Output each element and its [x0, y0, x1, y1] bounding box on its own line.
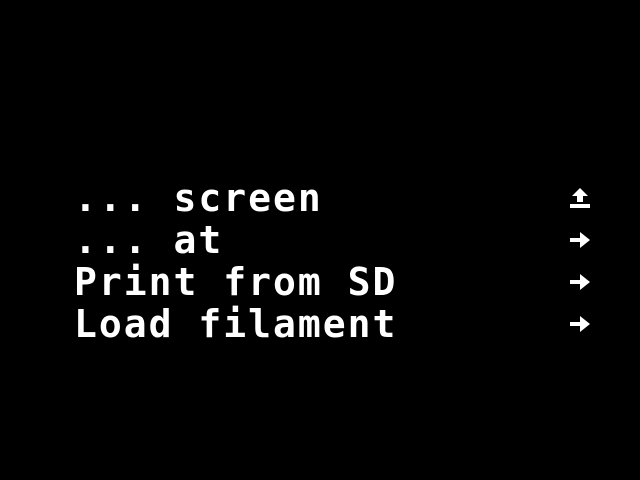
back-arrow-icon — [566, 184, 594, 212]
menu-item-label: ... at — [74, 218, 224, 262]
menu-item-label: Print from SD — [74, 260, 398, 304]
right-arrow-icon — [566, 226, 594, 254]
menu-item-print-from-sd[interactable]: Print from SD — [74, 260, 594, 304]
menu-item-label: Load filament — [74, 302, 398, 346]
menu-item-heat[interactable]: ... at — [74, 218, 594, 262]
menu-item-load-filament[interactable]: Load filament — [74, 302, 594, 346]
menu-item-info-screen[interactable]: ... screen — [74, 176, 594, 220]
menu-item-label: ... screen — [74, 176, 323, 220]
lcd-screen: ... screen ... at Print from SD Load fil… — [0, 0, 640, 480]
right-arrow-icon — [566, 268, 594, 296]
right-arrow-icon — [566, 310, 594, 338]
